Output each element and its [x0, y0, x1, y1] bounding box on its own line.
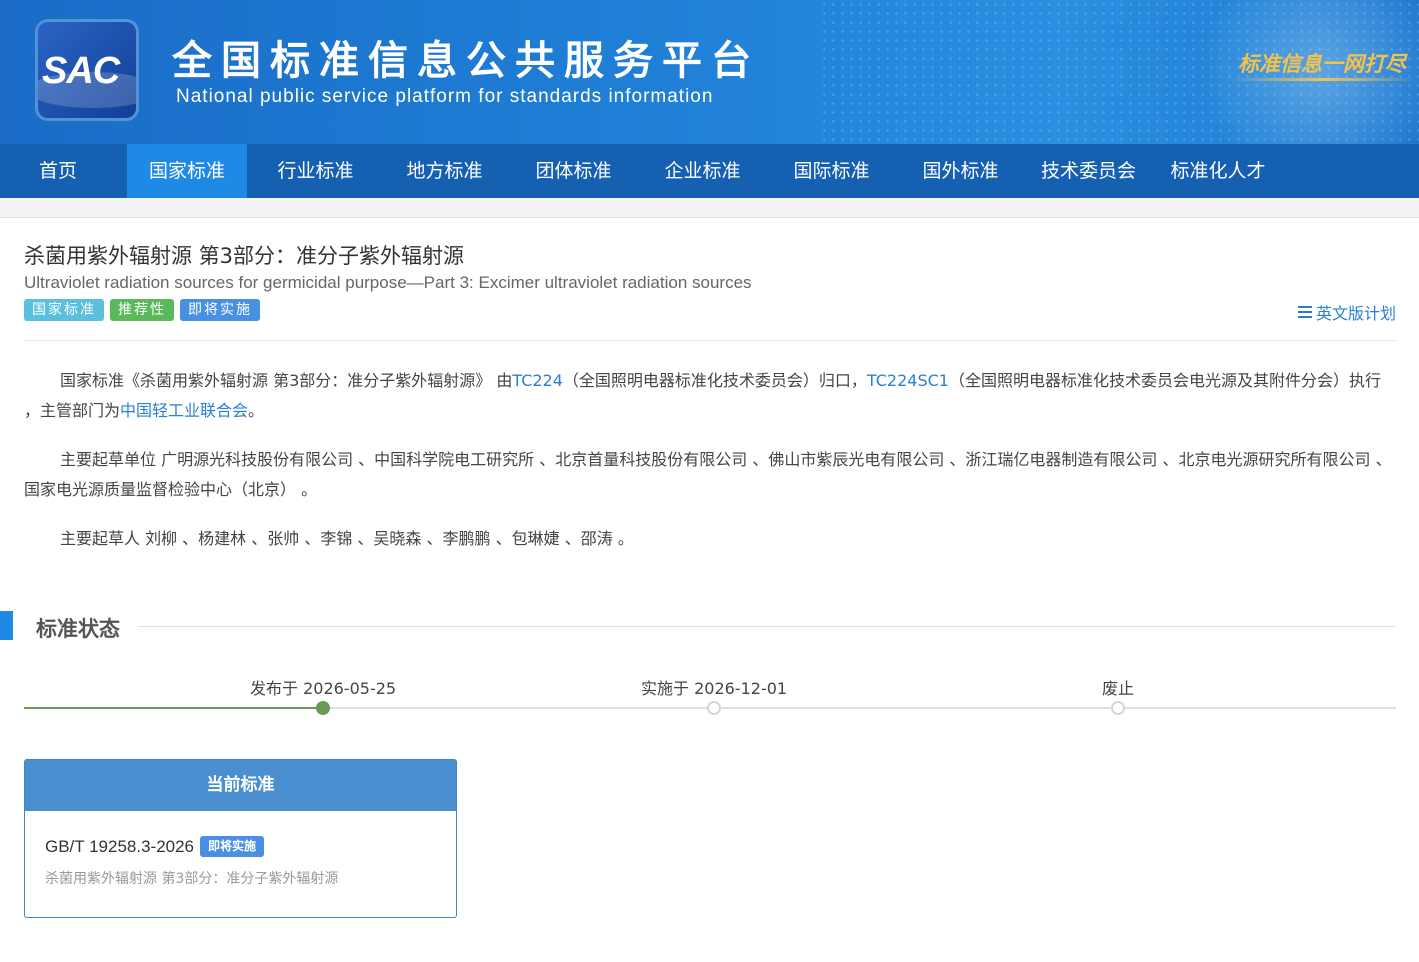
main-nav: 首页 国家标准 行业标准 地方标准 团体标准 企业标准 国际标准 国外标准 技术…: [0, 144, 1419, 198]
section-marker: [0, 611, 13, 640]
nav-item-international[interactable]: 国际标准: [763, 144, 900, 198]
logo-text: SAC: [42, 50, 120, 92]
tag-national: 国家标准: [24, 299, 104, 321]
timeline-dot-published: [316, 701, 330, 715]
spacer-bar: [0, 198, 1419, 218]
card-standard-name: 杀菌用紫外辐射源 第3部分：准分子紫外辐射源: [45, 871, 339, 887]
subcommittee-link[interactable]: TC224SC1: [867, 371, 949, 390]
description-governance: 国家标准《杀菌用紫外辐射源 第3部分：准分子紫外辐射源》 由TC224（全国照明…: [24, 371, 1381, 420]
sac-logo[interactable]: SAC: [38, 22, 136, 118]
timeline-abolished-label: 废止: [1102, 679, 1135, 698]
standard-title-en: Ultraviolet radiation sources for germic…: [24, 273, 752, 292]
card-header: 当前标准: [25, 760, 456, 811]
section-divider: [138, 626, 1396, 627]
description-drafters: 主要起草人 刘柳 、杨建林 、张帅 、李锦 、吴晓森 、李鹏鹏 、包琳婕 、邵涛…: [60, 529, 634, 548]
nav-item-industry[interactable]: 行业标准: [247, 144, 384, 198]
english-plan-label: 英文版计划: [1315, 304, 1396, 323]
tag-upcoming: 即将实施: [180, 299, 260, 321]
status-section-title: 标准状态: [36, 617, 120, 641]
timeline-published-label: 发布于 2026-05-25: [250, 679, 397, 698]
nav-item-local[interactable]: 地方标准: [384, 144, 505, 198]
slogan-underline: [1228, 78, 1418, 81]
nav-item-committee[interactable]: 技术委员会: [1021, 144, 1156, 198]
title-divider: [24, 340, 1396, 341]
nav-item-enterprise[interactable]: 企业标准: [642, 144, 763, 198]
nav-item-national[interactable]: 国家标准: [127, 144, 247, 198]
nav-item-home[interactable]: 首页: [0, 144, 116, 198]
nav-item-foreign[interactable]: 国外标准: [900, 144, 1021, 198]
timeline-progress: [24, 707, 324, 709]
card-code-row: GB/T 19258.3-2026 即将实施: [45, 836, 265, 857]
standard-title-cn: 杀菌用紫外辐射源 第3部分：准分子紫外辐射源: [24, 244, 465, 268]
timeline-dot-abolished: [1111, 701, 1125, 715]
department-link[interactable]: 中国轻工业联合会: [120, 401, 248, 420]
nav-item-group[interactable]: 团体标准: [505, 144, 642, 198]
site-banner: SAC 全国标准信息公共服务平台 National public service…: [0, 0, 1419, 144]
english-plan-link[interactable]: 英文版计划: [1297, 300, 1396, 324]
tag-recommended: 推荐性: [110, 299, 174, 321]
list-icon: [1297, 306, 1312, 318]
standard-tags: 国家标准 推荐性 即将实施: [24, 299, 260, 321]
slogan: 标准信息一网打尽: [1238, 53, 1406, 76]
current-standard-card[interactable]: 当前标准 GB/T 19258.3-2026 即将实施 杀菌用紫外辐射源 第3部…: [24, 759, 457, 918]
standard-code[interactable]: GB/T 19258.3-2026: [45, 837, 194, 857]
timeline-dot-effective: [707, 701, 721, 715]
nav-item-talent[interactable]: 标准化人才: [1156, 144, 1280, 198]
tc-link[interactable]: TC224: [512, 371, 563, 390]
site-title-en: National public service platform for sta…: [176, 86, 714, 107]
site-title-cn: 全国标准信息公共服务平台: [172, 38, 760, 84]
card-status-badge: 即将实施: [200, 836, 265, 857]
timeline-effective-label: 实施于 2026-12-01: [641, 679, 788, 698]
description-drafting-units: 主要起草单位 广明源光科技股份有限公司 、中国科学院电工研究所 、北京首量科技股…: [24, 450, 1392, 499]
